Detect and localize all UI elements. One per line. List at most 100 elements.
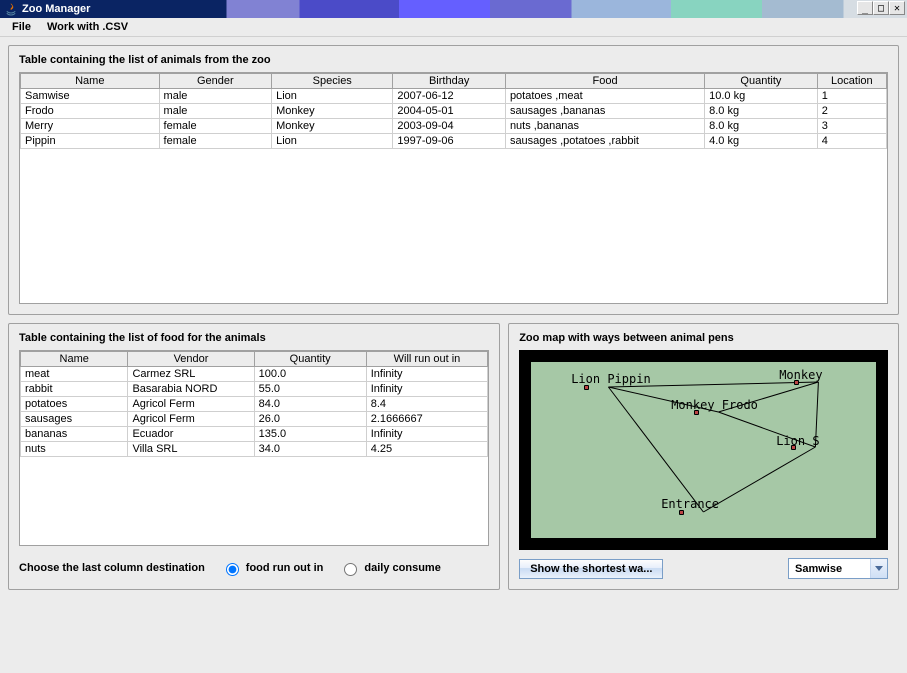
table-cell[interactable]: 8.4	[366, 397, 487, 412]
table-cell[interactable]: sausages	[21, 412, 128, 427]
table-cell[interactable]: Basarabia NORD	[128, 382, 254, 397]
table-cell[interactable]: 84.0	[254, 397, 366, 412]
table-cell[interactable]: potatoes	[21, 397, 128, 412]
table-row[interactable]: sausagesAgricol Ferm26.02.1666667	[21, 412, 488, 427]
radio-food-run-out-input[interactable]	[226, 563, 239, 576]
map-node-monkey: Monkey	[779, 368, 822, 382]
table-cell[interactable]: male	[159, 89, 272, 104]
food-table[interactable]: NameVendorQuantityWill run out in meatCa…	[20, 351, 488, 457]
table-row[interactable]: rabbitBasarabia NORD55.0Infinity	[21, 382, 488, 397]
column-header[interactable]: Species	[272, 74, 393, 89]
table-cell[interactable]: male	[159, 104, 272, 119]
animals-table[interactable]: NameGenderSpeciesBirthdayFoodQuantityLoc…	[20, 73, 887, 149]
table-row[interactable]: FrodomaleMonkey2004-05-01sausages ,banan…	[21, 104, 887, 119]
animal-select-value: Samwise	[795, 563, 842, 575]
table-cell[interactable]: Frodo	[21, 104, 160, 119]
maximize-button[interactable]: □	[873, 1, 889, 15]
table-cell[interactable]: Agricol Ferm	[128, 397, 254, 412]
table-row[interactable]: PippinfemaleLion1997-09-06sausages ,pota…	[21, 134, 887, 149]
table-cell[interactable]: 8.0 kg	[705, 119, 818, 134]
table-cell[interactable]: 4.0 kg	[705, 134, 818, 149]
radio-food-run-out-label: food run out in	[246, 562, 324, 574]
table-cell[interactable]: 55.0	[254, 382, 366, 397]
table-cell[interactable]: 135.0	[254, 427, 366, 442]
table-cell[interactable]: 2007-06-12	[393, 89, 506, 104]
java-app-icon	[4, 2, 18, 16]
table-row[interactable]: meatCarmez SRL100.0Infinity	[21, 367, 488, 382]
map-node-lion-pippin: Lion Pippin	[571, 372, 650, 386]
column-header[interactable]: Location	[817, 74, 886, 89]
minimize-button[interactable]: _	[857, 1, 873, 15]
table-cell[interactable]: 34.0	[254, 442, 366, 457]
table-cell[interactable]: Infinity	[366, 427, 487, 442]
map-node-monkey-frodo: Monkey Frodo	[671, 398, 758, 412]
column-header[interactable]: Food	[505, 74, 704, 89]
table-row[interactable]: potatoesAgricol Ferm84.08.4	[21, 397, 488, 412]
table-cell[interactable]: Villa SRL	[128, 442, 254, 457]
table-cell[interactable]: 100.0	[254, 367, 366, 382]
radio-daily-consume-input[interactable]	[344, 563, 357, 576]
table-cell[interactable]: Agricol Ferm	[128, 412, 254, 427]
table-cell[interactable]: rabbit	[21, 382, 128, 397]
column-header[interactable]: Birthday	[393, 74, 506, 89]
show-shortest-way-button[interactable]: Show the shortest wa...	[519, 559, 663, 579]
table-cell[interactable]: sausages ,potatoes ,rabbit	[505, 134, 704, 149]
table-cell[interactable]: female	[159, 134, 272, 149]
map-panel-title: Zoo map with ways between animal pens	[519, 332, 888, 344]
column-header[interactable]: Quantity	[705, 74, 818, 89]
table-cell[interactable]: Pippin	[21, 134, 160, 149]
table-cell[interactable]: meat	[21, 367, 128, 382]
animal-select-dropdown[interactable]: Samwise	[788, 558, 888, 579]
table-cell[interactable]: bananas	[21, 427, 128, 442]
table-cell[interactable]: Carmez SRL	[128, 367, 254, 382]
table-cell[interactable]: Infinity	[366, 382, 487, 397]
table-cell[interactable]: 2003-09-04	[393, 119, 506, 134]
table-cell[interactable]: Ecuador	[128, 427, 254, 442]
table-cell[interactable]: Lion	[272, 134, 393, 149]
table-cell[interactable]: nuts ,bananas	[505, 119, 704, 134]
close-button[interactable]: ✕	[889, 1, 905, 15]
zoo-map-canvas[interactable]: Lion Pippin Monkey Monkey Frodo Lion S E…	[531, 362, 876, 538]
table-cell[interactable]: 3	[817, 119, 886, 134]
table-row[interactable]: bananasEcuador135.0Infinity	[21, 427, 488, 442]
table-cell[interactable]: female	[159, 119, 272, 134]
food-panel-title: Table containing the list of food for th…	[19, 332, 489, 344]
column-header[interactable]: Vendor	[128, 352, 254, 367]
table-cell[interactable]: 10.0 kg	[705, 89, 818, 104]
table-cell[interactable]: Lion	[272, 89, 393, 104]
table-cell[interactable]: Monkey	[272, 119, 393, 134]
table-row[interactable]: SamwisemaleLion2007-06-12potatoes ,meat1…	[21, 89, 887, 104]
map-node-lion-s: Lion S	[776, 434, 819, 448]
column-header[interactable]: Gender	[159, 74, 272, 89]
column-header[interactable]: Will run out in	[366, 352, 487, 367]
table-cell[interactable]: 4.25	[366, 442, 487, 457]
table-cell[interactable]: 1	[817, 89, 886, 104]
table-cell[interactable]: 1997-09-06	[393, 134, 506, 149]
table-cell[interactable]: Monkey	[272, 104, 393, 119]
radio-food-run-out[interactable]: food run out in	[221, 560, 324, 576]
table-cell[interactable]: 4	[817, 134, 886, 149]
table-cell[interactable]: 2	[817, 104, 886, 119]
table-cell[interactable]: Merry	[21, 119, 160, 134]
radio-prompt: Choose the last column destination	[19, 562, 205, 574]
map-node-entrance: Entrance	[661, 497, 719, 511]
column-header[interactable]: Quantity	[254, 352, 366, 367]
table-row[interactable]: MerryfemaleMonkey2003-09-04nuts ,bananas…	[21, 119, 887, 134]
table-cell[interactable]: sausages ,bananas	[505, 104, 704, 119]
column-header[interactable]: Name	[21, 74, 160, 89]
menu-file[interactable]: File	[4, 19, 39, 35]
table-cell[interactable]: potatoes ,meat	[505, 89, 704, 104]
table-cell[interactable]: 2.1666667	[366, 412, 487, 427]
table-cell[interactable]: 2004-05-01	[393, 104, 506, 119]
table-row[interactable]: nutsVilla SRL34.04.25	[21, 442, 488, 457]
radio-daily-consume[interactable]: daily consume	[339, 560, 440, 576]
food-column-radio-row: Choose the last column destination food …	[19, 560, 489, 576]
table-cell[interactable]: Samwise	[21, 89, 160, 104]
animals-panel-title: Table containing the list of animals fro…	[19, 54, 888, 66]
menu-work-with-csv[interactable]: Work with .CSV	[39, 19, 136, 35]
table-cell[interactable]: nuts	[21, 442, 128, 457]
table-cell[interactable]: 8.0 kg	[705, 104, 818, 119]
table-cell[interactable]: 26.0	[254, 412, 366, 427]
column-header[interactable]: Name	[21, 352, 128, 367]
table-cell[interactable]: Infinity	[366, 367, 487, 382]
